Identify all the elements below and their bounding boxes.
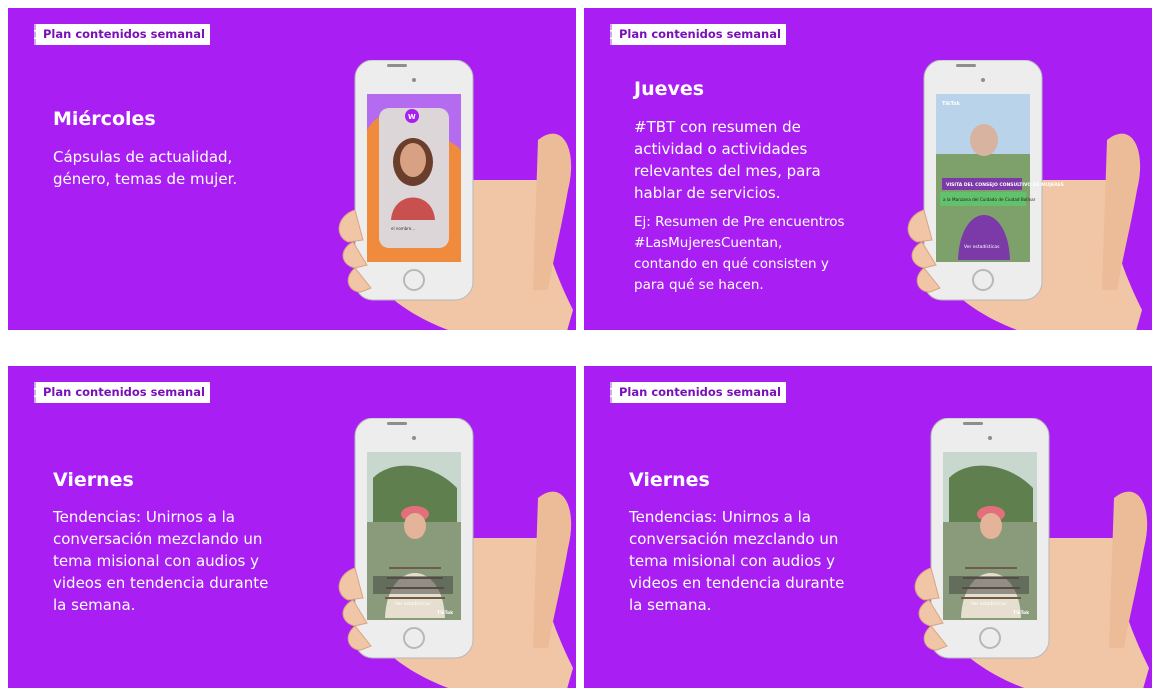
example-line: para qué se hacen. <box>634 277 764 293</box>
slide-description: Tendencias: Unirnos a la conversación me… <box>53 506 268 616</box>
phone-illustration: VISITA DEL CONSEJO CONSULTIVO DE MUJERES… <box>907 60 1142 330</box>
description-line: conversación mezclando un <box>53 530 263 548</box>
slide-description: Tendencias: Unirnos a la conversación me… <box>629 506 844 616</box>
slide-tag: Plan contenidos semanal <box>610 24 786 45</box>
slide-day-title: Miércoles <box>53 108 156 130</box>
description-line: conversación mezclando un <box>629 530 839 548</box>
example-line: Ej: Resumen de Pre encuentros <box>634 214 845 230</box>
description-line: Tendencias: Unirnos a la <box>629 508 811 526</box>
hand-holding-phone-image: VISITA DEL CONSEJO CONSULTIVO DE MUJERES… <box>902 60 1152 330</box>
description-line: actividad o actividades <box>634 140 808 158</box>
example-line: contando en qué consisten y <box>634 256 829 272</box>
description-line: Tendencias: Unirnos a la <box>53 508 235 526</box>
description-line: videos en tendencia durante <box>629 574 845 592</box>
hand-holding-phone-image: W el nombre... <box>333 60 576 330</box>
svg-text:W: W <box>408 113 416 121</box>
slide-viernes: Plan contenidos semanal Viernes Tendenci… <box>8 366 576 688</box>
jueves-banner-top: VISITA DEL CONSEJO CONSULTIVO DE MUJERES <box>946 182 1064 188</box>
description-line: la semana. <box>629 596 712 614</box>
example-line: #LasMujeresCuentan, <box>634 235 783 251</box>
description-line: Cápsulas de actualidad, <box>53 148 233 166</box>
phone-illustration: W el nombre... <box>338 60 573 330</box>
slide-viernes-copy: Plan contenidos semanal Viernes Tendenci… <box>584 366 1152 688</box>
slide-tag: Plan contenidos semanal <box>610 382 786 403</box>
tiktok-label: TikTok <box>1013 610 1030 616</box>
phone-illustration: Ver estadísticas TikTok <box>338 418 573 688</box>
slide-description: Cápsulas de actualidad, género, temas de… <box>53 146 237 190</box>
description-line: #TBT con resumen de <box>634 118 801 136</box>
stats-label: Ver estadísticas <box>395 600 431 607</box>
hand-holding-phone-image: Ver estadísticas TikTok <box>909 418 1152 688</box>
stats-label: Ver estadísticas <box>971 600 1007 607</box>
slide-day-title: Viernes <box>629 469 710 491</box>
slide-day-title: Jueves <box>634 78 705 100</box>
phone-illustration: Ver estadísticas TikTok <box>914 418 1149 688</box>
tiktok-label: TikTok <box>942 101 961 107</box>
description-line: hablar de servicios. <box>634 184 781 202</box>
description-line: tema misional con audios y <box>53 552 259 570</box>
slide-jueves: Plan contenidos semanal Jueves #TBT con … <box>584 8 1152 330</box>
svg-text:el nombre...: el nombre... <box>391 226 415 231</box>
slide-tag: Plan contenidos semanal <box>34 382 210 403</box>
example-text: Ej: Resumen de Pre encuentros #LasMujere… <box>634 212 845 296</box>
description-line: videos en tendencia durante <box>53 574 269 592</box>
description-line: la semana. <box>53 596 136 614</box>
slide-day-title: Viernes <box>53 469 134 491</box>
description-line: relevantes del mes, para <box>634 162 821 180</box>
slide-description: #TBT con resumen de actividad o activida… <box>634 116 845 296</box>
description-line: género, temas de mujer. <box>53 170 238 188</box>
jueves-banner-bottom: a la Manzana del Cuidado de Ciudad Bolív… <box>943 197 1036 202</box>
stats-label: Ver estadísticas <box>964 243 1000 250</box>
tiktok-label: TikTok <box>437 610 454 616</box>
slide-miercoles: Plan contenidos semanal Miércoles Cápsul… <box>8 8 576 330</box>
hand-holding-phone-image: Ver estadísticas TikTok <box>333 418 576 688</box>
slide-tag: Plan contenidos semanal <box>34 24 210 45</box>
description-line: tema misional con audios y <box>629 552 835 570</box>
